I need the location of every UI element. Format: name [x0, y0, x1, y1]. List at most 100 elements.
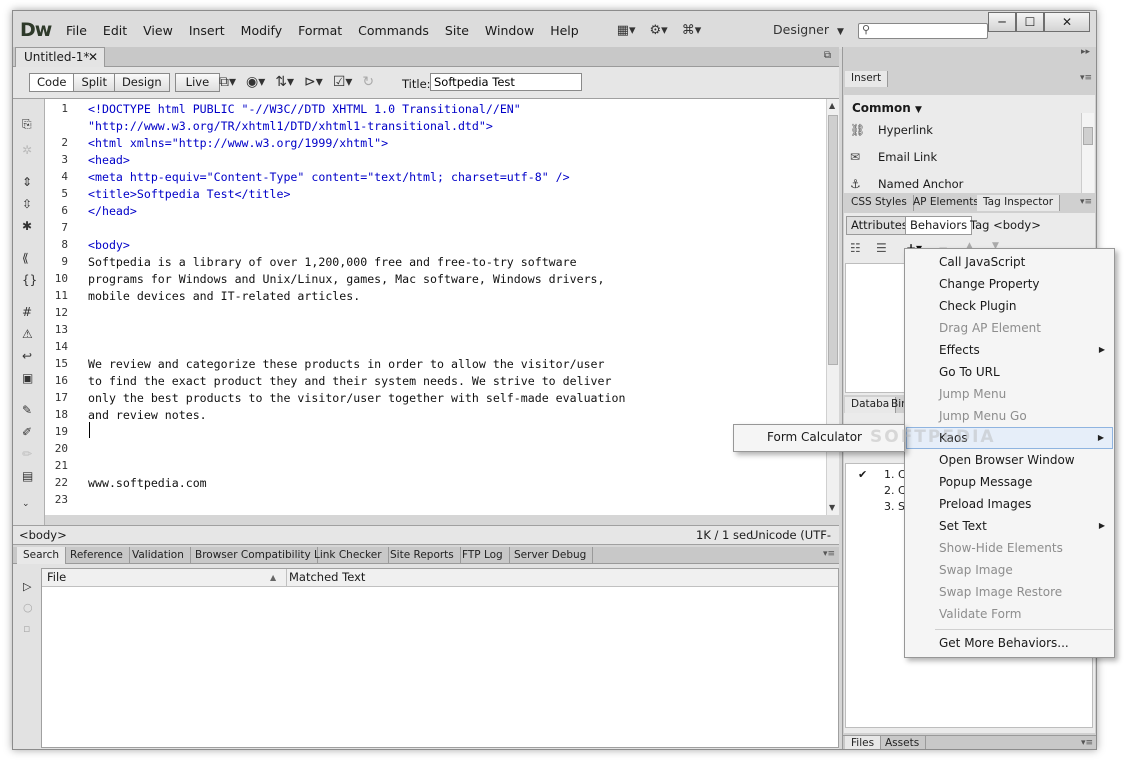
menu-item-preload-images[interactable]: Preload Images: [906, 493, 1113, 515]
layout-icon[interactable]: ▦▾: [617, 23, 636, 38]
behaviors-button[interactable]: Behaviors: [905, 216, 973, 235]
menu-item-check-plugin[interactable]: Check Plugin: [906, 295, 1113, 317]
menu-format[interactable]: Format: [298, 23, 342, 38]
attributes-button[interactable]: Attributes: [846, 216, 913, 235]
collapse-panels-icon[interactable]: ▸▸: [1081, 47, 1090, 57]
tag-selector[interactable]: <body>: [19, 526, 67, 544]
menu-item-call-javascript[interactable]: Call JavaScript: [906, 251, 1113, 273]
menu-site[interactable]: Site: [445, 23, 469, 38]
scrollbar-thumb[interactable]: [1083, 127, 1093, 145]
preview-browser-icon[interactable]: ◉▾: [246, 74, 265, 90]
collapse-selection-icon[interactable]: ⇳: [22, 197, 32, 211]
show-all-events-icon[interactable]: ☰: [876, 241, 887, 255]
tab-ftp-log[interactable]: FTP Log: [456, 547, 510, 564]
menu-insert[interactable]: Insert: [189, 23, 225, 38]
menu-item-change-property[interactable]: Change Property: [906, 273, 1113, 295]
tab-validation[interactable]: Validation: [126, 547, 191, 564]
insert-options-icon[interactable]: ▾≡: [1080, 73, 1092, 83]
insert-email-link[interactable]: ✉ Email Link: [850, 150, 937, 164]
stop-icon[interactable]: ○: [23, 601, 33, 614]
syntax-coloring-icon[interactable]: ▣: [22, 371, 33, 385]
more-tools-icon[interactable]: ⌄: [22, 499, 30, 509]
save-report-icon[interactable]: ▫: [23, 622, 30, 635]
tab-css-styles[interactable]: CSS Styles: [845, 195, 914, 211]
menu-item-open-browser-window[interactable]: Open Browser Window: [906, 449, 1113, 471]
menu-item-drag-ap-element[interactable]: Drag AP Element: [906, 317, 1113, 339]
help-search-input[interactable]: ⚲: [858, 23, 988, 39]
menu-modify[interactable]: Modify: [241, 23, 282, 38]
tab-server-debug[interactable]: Server Debug: [508, 547, 594, 564]
open-documents-icon[interactable]: ⎘: [22, 117, 32, 132]
file-management-icon[interactable]: ⇅▾: [275, 74, 294, 90]
menu-item-show-hide-elements[interactable]: Show-Hide Elements: [906, 537, 1113, 559]
menu-item-effects[interactable]: Effects ▶: [906, 339, 1113, 361]
code-scrollbar[interactable]: ▲ ▼: [826, 99, 839, 515]
tab-tag-inspector[interactable]: Tag Inspector: [977, 195, 1061, 211]
live-view-button[interactable]: Live: [174, 73, 221, 92]
show-set-events-icon[interactable]: ☷: [850, 241, 861, 255]
menu-item-form-calculator[interactable]: Form Calculator: [767, 430, 862, 444]
split-view-button[interactable]: Split: [73, 73, 115, 92]
apply-comment-icon[interactable]: ✎: [22, 403, 32, 417]
tab-insert[interactable]: Insert: [845, 71, 889, 87]
document-tab[interactable]: Untitled-1* ✕: [15, 47, 105, 67]
remove-comment-icon[interactable]: ✐: [22, 425, 32, 439]
close-button[interactable]: ✕: [1044, 12, 1090, 32]
tab-reference[interactable]: Reference: [64, 547, 130, 564]
tab-search[interactable]: Search: [17, 547, 67, 564]
highlight-invalid-icon[interactable]: ⚠: [22, 327, 33, 341]
recent-snippets-icon[interactable]: ▤: [22, 469, 33, 483]
menu-window[interactable]: Window: [485, 23, 534, 38]
insert-category[interactable]: Common ▼: [852, 101, 922, 115]
scroll-up-icon[interactable]: ▲: [829, 101, 835, 110]
visual-aids-icon[interactable]: ☑▾: [333, 74, 353, 90]
title-input[interactable]: [430, 73, 582, 91]
menu-item-go-to-url[interactable]: Go To URL: [906, 361, 1113, 383]
insert-scrollbar[interactable]: [1081, 113, 1094, 193]
site-tree-icon[interactable]: ⌘▾: [682, 23, 702, 38]
workspace-switcher[interactable]: Designer ▼: [773, 22, 844, 37]
expand-all-icon[interactable]: ✱: [22, 219, 32, 233]
refresh-icon[interactable]: ↻: [362, 74, 374, 90]
collapse-full-tag-icon[interactable]: ⇕: [22, 175, 32, 189]
select-parent-tag-icon[interactable]: ⟪: [22, 251, 29, 265]
menu-commands[interactable]: Commands: [358, 23, 429, 38]
restore-icon[interactable]: ⧉: [824, 50, 831, 61]
menu-item-swap-image[interactable]: Swap Image: [906, 559, 1113, 581]
line-numbers-icon[interactable]: #: [22, 305, 32, 319]
menu-item-set-text[interactable]: Set Text ▶: [906, 515, 1113, 537]
code-view-button[interactable]: Code: [29, 73, 75, 92]
tag-options-icon[interactable]: ▾≡: [1080, 197, 1092, 207]
balance-braces-icon[interactable]: {}: [22, 273, 37, 287]
menu-edit[interactable]: Edit: [103, 23, 127, 38]
menu-help[interactable]: Help: [550, 23, 579, 38]
gear-icon[interactable]: ⚙▾: [650, 23, 668, 38]
maximize-button[interactable]: ☐: [1016, 12, 1044, 32]
panel-options-icon[interactable]: ▾≡: [823, 549, 835, 559]
design-view-button[interactable]: Design: [113, 73, 170, 92]
menu-view[interactable]: View: [143, 23, 173, 38]
tab-browser-compatibility[interactable]: Browser Compatibility: [189, 547, 318, 564]
menu-item-get-more-behaviors[interactable]: Get More Behaviors...: [906, 632, 1113, 654]
menu-item-swap-image-restore[interactable]: Swap Image Restore: [906, 581, 1113, 603]
menu-item-popup-message[interactable]: Popup Message: [906, 471, 1113, 493]
column-matched-text[interactable]: Matched Text: [286, 569, 365, 586]
insert-hyperlink[interactable]: ⛓ Hyperlink: [850, 123, 933, 137]
tab-site-reports[interactable]: Site Reports: [384, 547, 461, 564]
menu-file[interactable]: File: [66, 23, 87, 38]
scroll-down-icon[interactable]: ▼: [829, 503, 835, 512]
code-editor[interactable]: 1 2 3 4 5 6 7 8 9 10 11 12 13 14 15 16 1…: [45, 99, 826, 515]
files-options-icon[interactable]: ▾≡: [1081, 738, 1093, 748]
minimize-button[interactable]: ─: [988, 12, 1016, 32]
wrap-tag-icon[interactable]: ✏: [22, 447, 32, 461]
tab-ap-elements[interactable]: AP Elements: [907, 195, 986, 211]
menu-item-jump-menu[interactable]: Jump Menu: [906, 383, 1113, 405]
play-icon[interactable]: ▷: [23, 580, 31, 593]
multiscreen-icon[interactable]: ⧉▾: [219, 74, 236, 90]
menu-item-jump-menu-go[interactable]: Jump Menu Go: [906, 405, 1113, 427]
close-icon[interactable]: ✕: [88, 48, 98, 66]
inspect-icon[interactable]: ⊳▾: [304, 74, 323, 90]
tab-link-checker[interactable]: Link Checker: [308, 547, 389, 564]
insert-named-anchor[interactable]: ⚓ Named Anchor: [850, 177, 963, 191]
show-code-navigator-icon[interactable]: ✲: [22, 143, 32, 157]
